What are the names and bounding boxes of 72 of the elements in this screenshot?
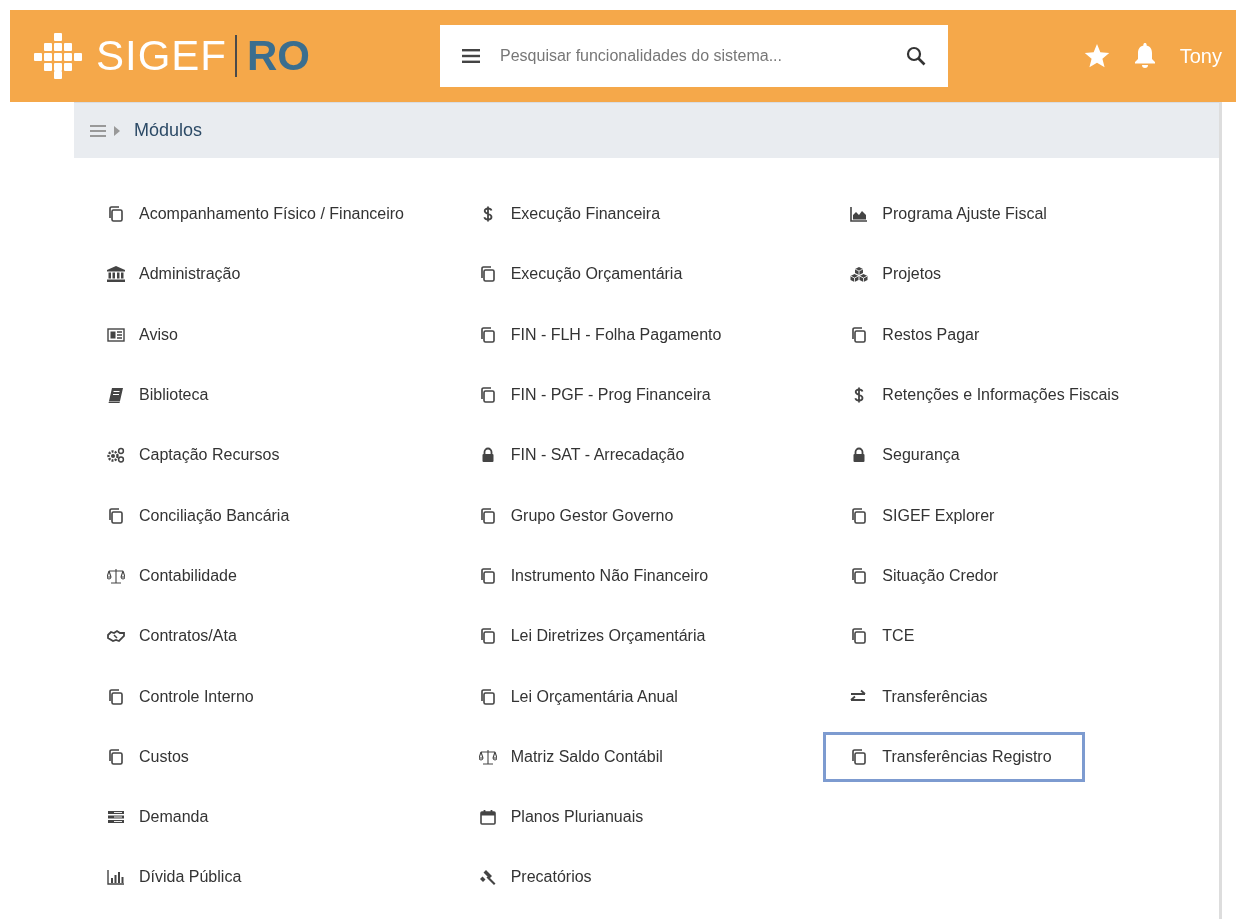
caret-icon xyxy=(114,125,120,136)
copy-icon xyxy=(850,507,869,524)
gears-icon xyxy=(107,447,125,464)
module-link[interactable]: Segurança xyxy=(823,430,993,481)
copy-icon xyxy=(850,326,869,343)
list-icon xyxy=(107,809,125,826)
gavel-icon xyxy=(478,869,497,886)
module-link[interactable]: Precatórios xyxy=(451,852,625,903)
calendar-icon xyxy=(478,809,497,826)
module-link[interactable]: Conciliação Bancária xyxy=(80,490,323,541)
copy-icon xyxy=(478,387,497,404)
module-link[interactable]: FIN - SAT - Arrecadação xyxy=(451,430,718,481)
module-link[interactable]: Retenções e Informações Fiscais xyxy=(823,370,1152,421)
module-link[interactable]: TCE xyxy=(823,611,948,662)
module-link[interactable]: Restos Pagar xyxy=(823,309,1013,360)
module-link[interactable]: Grupo Gestor Governo xyxy=(451,490,707,541)
scale-icon xyxy=(107,567,125,584)
module-link[interactable]: Lei Orçamentária Anual xyxy=(451,671,711,722)
logo-text: RO xyxy=(235,35,311,77)
module-link[interactable]: Demanda xyxy=(80,792,242,843)
module-link[interactable]: Transferências Registro xyxy=(823,731,1085,782)
module-link[interactable]: Contabilidade xyxy=(80,550,270,601)
module-link[interactable]: Instrumento Não Financeiro xyxy=(451,550,742,601)
copy-icon xyxy=(478,507,497,524)
area-chart-icon xyxy=(850,206,869,223)
copy-icon xyxy=(850,748,869,765)
module-link[interactable]: Captação Recursos xyxy=(80,430,313,481)
module-link[interactable]: SIGEF Explorer xyxy=(823,490,1028,541)
copy-icon xyxy=(850,628,869,645)
module-link[interactable]: Execução Orçamentária xyxy=(451,249,716,300)
module-link[interactable]: Contratos/Ata xyxy=(80,611,270,662)
star-icon[interactable] xyxy=(1083,43,1110,69)
module-link[interactable]: Biblioteca xyxy=(80,370,242,421)
module-link[interactable]: Matriz Saldo Contábil xyxy=(451,731,696,782)
module-link[interactable]: Execução Financeira xyxy=(451,189,694,240)
bell-icon[interactable] xyxy=(1133,43,1156,69)
bank-icon xyxy=(107,266,125,283)
book-icon xyxy=(107,387,125,404)
module-link[interactable]: Planos Plurianuais xyxy=(451,792,677,843)
copy-icon xyxy=(850,567,869,584)
menu-icon[interactable] xyxy=(462,49,481,63)
breadcrumb-title: Módulos xyxy=(134,119,203,142)
search-bar[interactable]: Pesquisar funcionalidades do sistema... xyxy=(440,25,949,87)
module-link[interactable]: Transferências xyxy=(823,671,1021,722)
copy-icon xyxy=(107,507,125,524)
cubes-icon xyxy=(850,266,869,283)
copy-icon xyxy=(107,206,125,223)
module-link[interactable]: Administração xyxy=(80,249,274,300)
module-link[interactable]: Dívida Pública xyxy=(80,852,275,903)
search-icon[interactable] xyxy=(906,46,927,66)
copy-icon xyxy=(478,688,497,705)
module-link[interactable]: Custos xyxy=(80,731,222,782)
module-link[interactable]: Situação Credor xyxy=(823,550,1031,601)
module-link[interactable]: Programa Ajuste Fiscal xyxy=(823,189,1080,240)
module-link[interactable]: Lei Diretrizes Orçamentária xyxy=(451,611,739,662)
scale-icon xyxy=(478,748,497,765)
copy-icon xyxy=(478,628,497,645)
copy-icon xyxy=(478,326,497,343)
newspaper-icon xyxy=(107,326,125,343)
bar-chart-icon xyxy=(107,869,125,886)
logo-text: SIGEF xyxy=(96,35,228,77)
module-link[interactable]: Acompanhamento Físico / Financeiro xyxy=(80,189,437,240)
module-link[interactable]: FIN - PGF - Prog Financeira xyxy=(451,370,744,421)
copy-icon xyxy=(478,567,497,584)
copy-icon xyxy=(478,266,497,283)
copy-icon xyxy=(107,748,125,765)
module-link[interactable]: Controle Interno xyxy=(80,671,287,722)
module-link[interactable]: Projetos xyxy=(823,249,975,300)
copy-icon xyxy=(107,688,125,705)
handshake-icon xyxy=(107,628,125,645)
module-link[interactable]: Aviso xyxy=(80,309,211,360)
module-link[interactable]: FIN - FLH - Folha Pagamento xyxy=(451,309,755,360)
